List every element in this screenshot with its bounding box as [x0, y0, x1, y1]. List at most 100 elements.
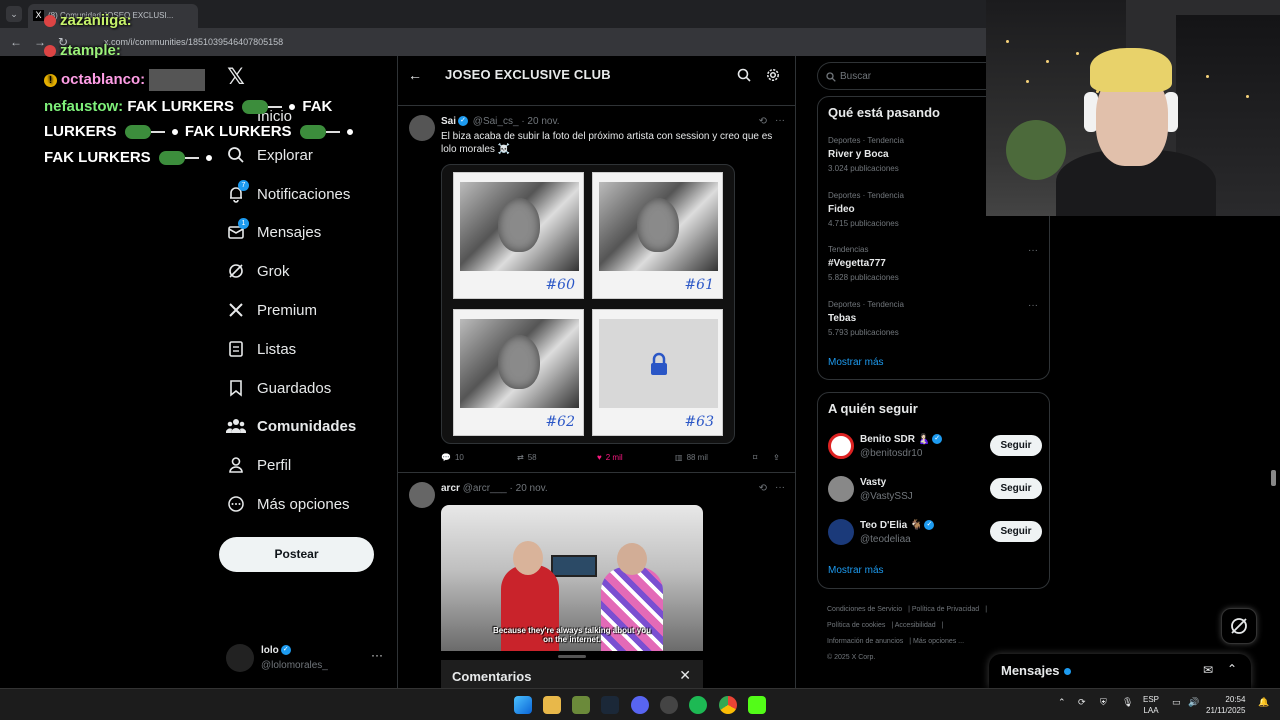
- tray-chevron-icon[interactable]: ⌃: [1058, 697, 1066, 708]
- trend-more-icon[interactable]: ···: [1028, 300, 1038, 311]
- nav-listas[interactable]: Listas: [226, 337, 296, 361]
- nav-perfil[interactable]: Perfil: [226, 453, 291, 477]
- page-scrollbar[interactable]: [1271, 470, 1276, 486]
- search-icon: [826, 72, 836, 82]
- follow-suggestion[interactable]: Teo D'Elia 🐐 ✓ @teodeliaa Seguir: [828, 519, 1042, 549]
- tweet-media[interactable]: #60 #61 #62 #63: [441, 164, 735, 444]
- nav-comunidades[interactable]: Comunidades: [226, 414, 356, 438]
- tweet[interactable]: Sai ✓ @Sai_cs_ · 20 nov. ⟲ ··· El biza ac…: [398, 106, 795, 473]
- close-icon[interactable]: ✕: [679, 667, 691, 684]
- obs-icon[interactable]: [660, 696, 678, 714]
- search-input[interactable]: Buscar: [817, 62, 986, 90]
- notification-center-icon[interactable]: 🔔: [1258, 697, 1269, 708]
- network-icon[interactable]: ▭: [1172, 697, 1181, 708]
- expand-chevron-icon[interactable]: ⌃: [1227, 662, 1237, 676]
- eye-emote-icon: [286, 101, 299, 114]
- grok-explain-icon[interactable]: ⟲: [759, 116, 767, 127]
- follow-button[interactable]: Seguir: [990, 478, 1042, 499]
- avatar[interactable]: [409, 482, 435, 508]
- bookmark-button[interactable]: ⌑: [753, 453, 757, 462]
- keyboard-layout: LAA: [1143, 706, 1159, 715]
- settings-gear-icon[interactable]: [766, 68, 782, 84]
- trend-item[interactable]: Tendencias #Vegetta777 5.828 publicacion…: [828, 245, 1042, 282]
- nav-mensajes[interactable]: 1 Mensajes: [226, 218, 321, 244]
- grok-explain-icon[interactable]: ⟲: [759, 483, 767, 494]
- spotify-icon[interactable]: [689, 696, 707, 714]
- language-indicator[interactable]: ESP LAA: [1143, 694, 1159, 716]
- footer-link[interactable]: Información de anuncios: [827, 638, 903, 645]
- trend-item[interactable]: Deportes · Tendencia Tebas 5.793 publica…: [828, 300, 1042, 337]
- footer-link[interactable]: Política de cookies: [827, 622, 885, 629]
- show-more-trends[interactable]: Mostrar más: [828, 357, 884, 368]
- url-text[interactable]: x.com/i/communities/1851039546407805158: [104, 37, 283, 47]
- minecraft-icon[interactable]: [572, 696, 590, 714]
- tab-search-button[interactable]: ⌄: [6, 6, 22, 22]
- sync-icon[interactable]: ⟳: [1078, 697, 1086, 708]
- tweet-author-name[interactable]: Sai: [441, 116, 456, 127]
- follow-suggestion[interactable]: Vasty @VastySSJ Seguir: [828, 476, 1042, 506]
- nav-mas-opciones[interactable]: Más opciones: [226, 492, 350, 516]
- post-button[interactable]: Postear: [219, 537, 374, 572]
- tweet-date[interactable]: · 20 nov.: [510, 483, 548, 494]
- file-explorer-icon[interactable]: [543, 696, 561, 714]
- nav-grok[interactable]: Grok: [226, 259, 290, 283]
- discord-icon[interactable]: [631, 696, 649, 714]
- back-arrow-icon[interactable]: ←: [408, 67, 422, 83]
- account-switcher[interactable]: lolo ✓ @lolomorales_ ···: [226, 642, 386, 676]
- tweet-video[interactable]: Because they're always talking about you…: [441, 505, 703, 651]
- repost-button[interactable]: ⇄ 58: [517, 453, 537, 462]
- x-logo-icon[interactable]: 𝕏: [224, 64, 248, 89]
- x-favicon-icon: X: [33, 10, 44, 21]
- avatar[interactable]: [828, 519, 854, 545]
- nav-premium[interactable]: Premium: [226, 298, 317, 322]
- kick-icon[interactable]: [748, 696, 766, 714]
- polaroid-photo: #63: [592, 309, 723, 436]
- drag-handle[interactable]: [558, 655, 586, 658]
- volume-icon[interactable]: 🔊: [1188, 697, 1199, 708]
- avatar[interactable]: [828, 433, 854, 459]
- chrome-icon[interactable]: [719, 696, 737, 714]
- tweet-author-name[interactable]: arcr: [441, 483, 460, 494]
- photo-number: #62: [545, 414, 575, 430]
- follow-button[interactable]: Seguir: [990, 521, 1042, 542]
- tweet-more-icon[interactable]: ···: [775, 115, 785, 126]
- shield-icon[interactable]: ⛨: [1100, 697, 1107, 708]
- search-icon[interactable]: [737, 68, 753, 84]
- footer-link[interactable]: Política de Privacidad: [912, 606, 979, 613]
- share-button[interactable]: ⇪: [773, 453, 780, 462]
- avatar[interactable]: [409, 115, 435, 141]
- tweet[interactable]: arcr @arcr___ · 20 nov. ⟲ ··· Because th…: [398, 473, 795, 688]
- webcam-overlay: [986, 0, 1280, 216]
- heart-icon: ♥: [597, 453, 602, 462]
- follow-button[interactable]: Seguir: [990, 435, 1042, 456]
- reply-button[interactable]: 💬 10: [441, 453, 464, 462]
- tweet-more-icon[interactable]: ···: [775, 482, 785, 493]
- views-button[interactable]: ▥ 88 mil: [675, 453, 708, 462]
- new-message-icon[interactable]: ✉: [1203, 663, 1213, 677]
- comments-sheet[interactable]: Comentarios ✕: [441, 655, 703, 688]
- community-title: JOSEO EXCLUSIVE CLUB: [445, 67, 611, 82]
- like-button[interactable]: ♥ 2 mil: [597, 453, 623, 462]
- show-more-follows[interactable]: Mostrar más: [828, 565, 884, 576]
- footer-link[interactable]: Más opciones ...: [913, 638, 964, 645]
- tweet-date[interactable]: · 20 nov.: [521, 116, 559, 127]
- follow-suggestion[interactable]: Benito SDR 🤱🏻 ✓ @benitosdr10 Seguir: [828, 433, 1042, 463]
- tweet-author-handle[interactable]: @arcr___: [463, 483, 507, 494]
- nav-notificaciones[interactable]: 7 Notificaciones: [226, 180, 350, 206]
- nav-explorar[interactable]: Explorar: [226, 143, 313, 167]
- system-clock[interactable]: 20:54 21/11/2025: [1206, 694, 1245, 716]
- trend-more-icon[interactable]: ···: [1028, 245, 1038, 256]
- windows-start-icon[interactable]: [514, 696, 532, 714]
- footer-link[interactable]: Accesibilidad: [895, 622, 936, 629]
- nav-guardados[interactable]: Guardados: [226, 376, 331, 400]
- back-icon[interactable]: ←: [10, 35, 22, 49]
- grok-floating-button[interactable]: [1221, 608, 1257, 644]
- messages-drawer[interactable]: Mensajes ✉ ⌃: [989, 654, 1251, 688]
- more-options-icon[interactable]: ···: [371, 648, 383, 662]
- steam-icon[interactable]: [601, 696, 619, 714]
- reply-count: 10: [454, 453, 464, 462]
- footer-link[interactable]: Condiciones de Servicio: [827, 606, 902, 613]
- avatar[interactable]: [828, 476, 854, 502]
- tweet-author-handle[interactable]: @Sai_cs_: [473, 116, 519, 127]
- microphone-icon[interactable]: 🎙: [1122, 697, 1133, 708]
